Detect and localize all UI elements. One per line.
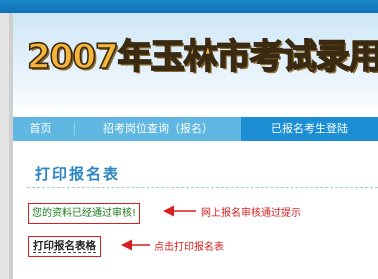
print-form-link-label[interactable]: 打印报名表格 [33,240,96,253]
title-divider [27,187,378,188]
main-nav: 首页 招考岗位查询（报名） 已报名考生登陆 [13,117,378,141]
tab-registered-login[interactable]: 已报名考生登陆 [241,117,378,141]
tab-position-query[interactable]: 招考岗位查询（报名） [88,117,228,141]
status-annotation: 网上报名审核通过提示 [201,208,301,219]
print-form-link[interactable]: 打印报名表格 [28,236,101,257]
content-area: 打印报名表 您的资料已经通过审核! 网上报名审核通过提示 打印报名表格 点击打印… [13,141,378,279]
print-annotation: 点击打印报名表 [154,242,224,253]
header-banner: 2007年玉林市考试录用公 [13,13,378,117]
arrow-left-icon [163,205,196,217]
top-bar [0,0,378,13]
tab-home[interactable]: 首页 [13,117,68,141]
left-frame [0,13,13,279]
page-title: 打印报名表 [35,165,121,183]
approval-status-message: 您的资料已经通过审核! [28,203,141,224]
arrow-left-icon [121,239,150,251]
tab-separator [74,122,75,136]
banner-title: 2007年玉林市考试录用公 [26,36,378,78]
